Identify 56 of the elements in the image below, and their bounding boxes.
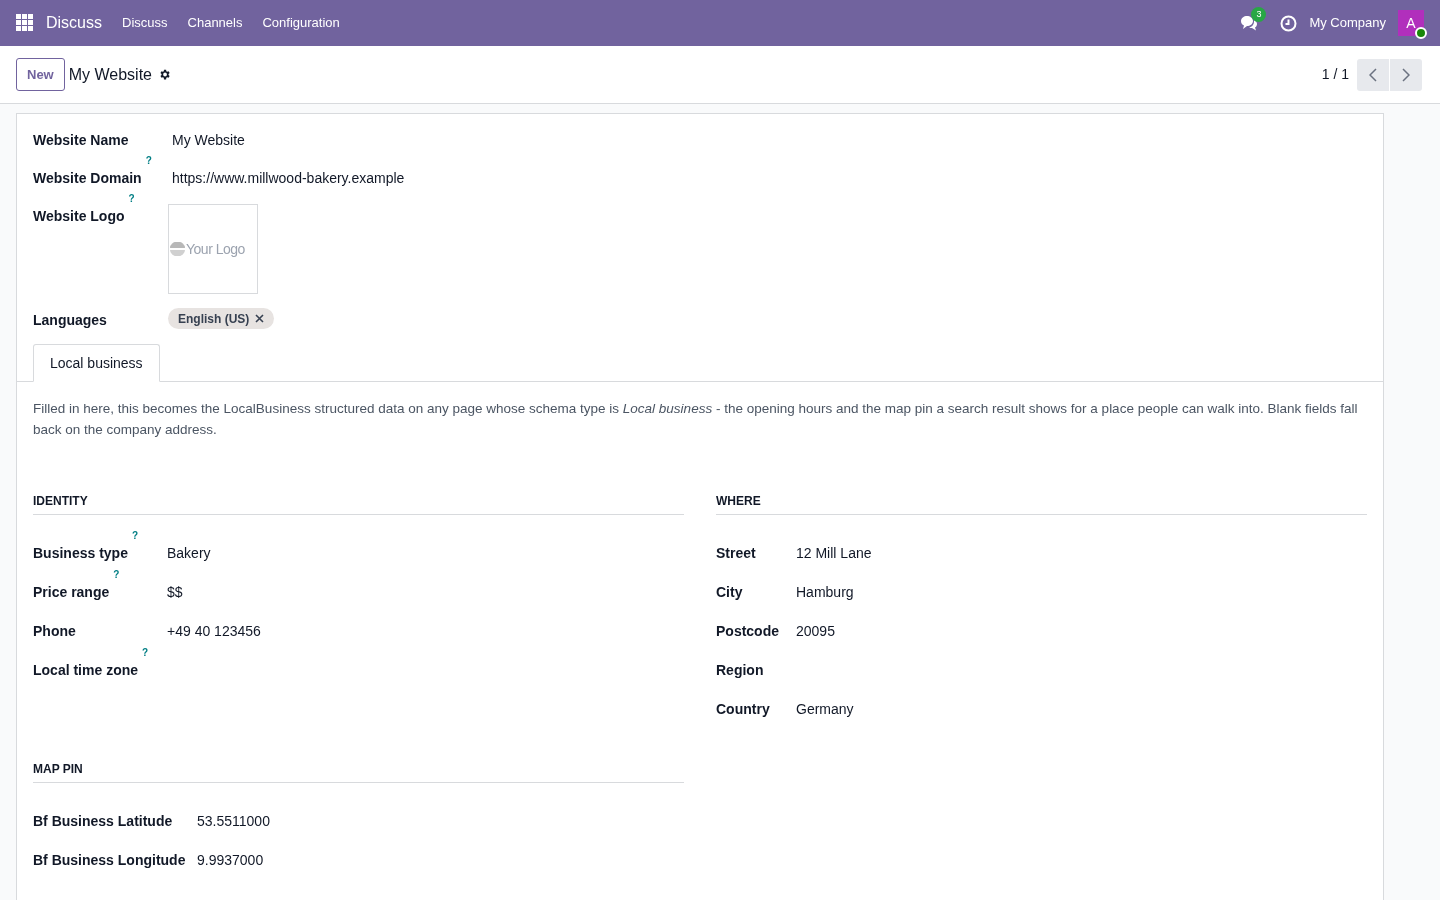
field-label: Website Name bbox=[33, 132, 129, 148]
chat-icon[interactable] bbox=[1240, 15, 1259, 31]
app-name[interactable]: Discuss bbox=[46, 11, 102, 35]
field-value[interactable]: +49 40 123456 bbox=[167, 617, 261, 642]
company-name[interactable]: My Company bbox=[1309, 13, 1386, 33]
field-label: City bbox=[716, 584, 743, 600]
help-icon[interactable]: ? bbox=[113, 569, 120, 580]
menu-item[interactable]: Channels bbox=[187, 13, 243, 33]
notebook-tab[interactable]: Local business bbox=[33, 344, 160, 382]
description-text: Filled in here, this becomes the LocalBusiness structured data on any page whose schema type is Local business - the opening hours and the map pin a search result shows for a place people can walk into. Blank fields fall back on the company address. bbox=[33, 400, 1359, 439]
field-value[interactable]: Bakery bbox=[167, 539, 211, 564]
help-icon[interactable]: ? bbox=[128, 193, 135, 204]
field-value[interactable]: 9.9937000 bbox=[197, 846, 264, 871]
breadcrumb-title: My Website bbox=[68, 64, 152, 85]
field-value[interactable]: Germany bbox=[796, 695, 854, 720]
field-value[interactable]: https://www.millwood-bakery.example bbox=[172, 166, 405, 189]
logo-mark-icon bbox=[169, 242, 186, 256]
menu-item[interactable]: Configuration bbox=[262, 13, 340, 33]
field-value[interactable]: 53.5511000 bbox=[197, 807, 270, 832]
group-title: WHERE bbox=[716, 494, 761, 508]
field-value[interactable]: 12 Mill Lane bbox=[796, 539, 872, 564]
field-label: Website Domain bbox=[33, 170, 142, 186]
help-icon[interactable]: ? bbox=[142, 647, 149, 658]
help-icon[interactable]: ? bbox=[145, 155, 152, 166]
user-avatar[interactable]: A bbox=[1398, 10, 1424, 36]
logo-text: Your Logo bbox=[186, 239, 245, 259]
language-tag[interactable]: English (US) bbox=[168, 308, 275, 329]
remove-icon[interactable] bbox=[255, 314, 265, 323]
field-label: Bf Business Longitude bbox=[33, 852, 186, 868]
field-label: Business type bbox=[33, 545, 128, 561]
settings-icon[interactable] bbox=[158, 68, 171, 81]
new-button[interactable]: New bbox=[16, 58, 65, 91]
field-label: Local time zone bbox=[33, 662, 139, 678]
field-value[interactable]: $$ bbox=[167, 578, 183, 603]
field-value[interactable]: 20095 bbox=[796, 617, 835, 642]
pager-value: 1 / 1 bbox=[1321, 65, 1349, 84]
apps-menu-icon[interactable] bbox=[16, 14, 34, 32]
group-title: MAP PIN bbox=[33, 762, 83, 776]
field-label: Street bbox=[716, 545, 756, 561]
help-icon[interactable]: ? bbox=[131, 530, 139, 541]
menu-item[interactable]: Discuss bbox=[122, 13, 168, 33]
field-label: Phone bbox=[33, 623, 76, 639]
chevron-left-icon bbox=[1369, 67, 1377, 82]
field-value[interactable]: Hamburg bbox=[796, 578, 854, 603]
field-value[interactable]: My Website bbox=[172, 128, 245, 151]
field-label: Postcode bbox=[716, 623, 779, 639]
field-label: Region bbox=[716, 662, 764, 678]
field-label: Languages bbox=[33, 312, 107, 328]
field-label: Price range bbox=[33, 584, 110, 600]
clock-icon[interactable] bbox=[1280, 14, 1298, 32]
field-label: Country bbox=[716, 701, 770, 717]
field-label: Website Logo bbox=[33, 208, 125, 224]
field-label: Bf Business Latitude bbox=[33, 813, 173, 829]
group-title: IDENTITY bbox=[33, 494, 88, 508]
chevron-right-icon bbox=[1402, 67, 1410, 82]
message-count-badge: 3 bbox=[1251, 7, 1267, 22]
